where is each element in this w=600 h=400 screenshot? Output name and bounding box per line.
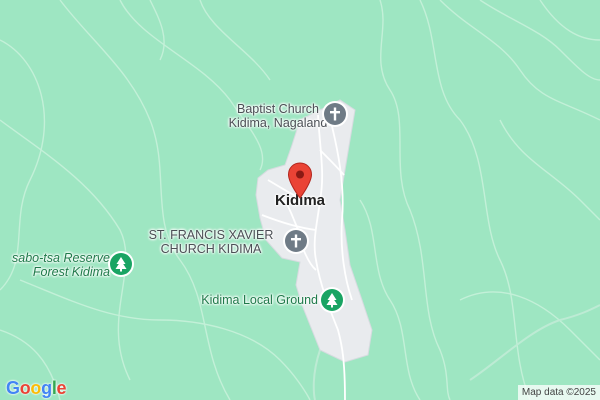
google-logo: Google: [6, 378, 67, 399]
reserve-forest-name-line2: Forest Kidima: [32, 265, 110, 279]
reserve-forest-label[interactable]: sabo-tsa Reserve Forest Kidima: [0, 251, 110, 279]
google-logo-letter-g2: g: [41, 378, 52, 398]
church-cross-icon[interactable]: [285, 230, 307, 252]
google-logo-letter-e: e: [56, 378, 67, 398]
st-francis-name-line1: ST. FRANCIS XAVIER: [148, 228, 274, 242]
tree-icon[interactable]: [321, 289, 343, 311]
st-francis-xavier-church-label[interactable]: ST. FRANCIS XAVIER CHURCH KIDIMA: [140, 228, 282, 256]
map-canvas[interactable]: Baptist Church Kidima, Nagaland Kidima S…: [0, 0, 600, 400]
google-logo-letter-g: G: [6, 378, 20, 398]
location-pin-icon[interactable]: [287, 162, 313, 200]
google-logo-letter-o2: o: [30, 378, 42, 398]
map-data-attribution[interactable]: Map data ©2025: [517, 385, 600, 400]
church-cross-icon[interactable]: [324, 103, 346, 125]
reserve-forest-name-line1: sabo-tsa Reserve: [12, 251, 110, 265]
st-francis-name-line2: CHURCH KIDIMA: [160, 242, 262, 256]
local-ground-label[interactable]: Kidima Local Ground: [184, 293, 318, 307]
google-logo-letter-o1: o: [19, 378, 31, 398]
baptist-church-label[interactable]: Baptist Church Kidima, Nagaland: [220, 102, 336, 130]
tree-icon[interactable]: [110, 253, 132, 275]
baptist-church-name-line2: Kidima, Nagaland: [228, 116, 328, 130]
baptist-church-name-line1: Baptist Church: [237, 102, 319, 116]
